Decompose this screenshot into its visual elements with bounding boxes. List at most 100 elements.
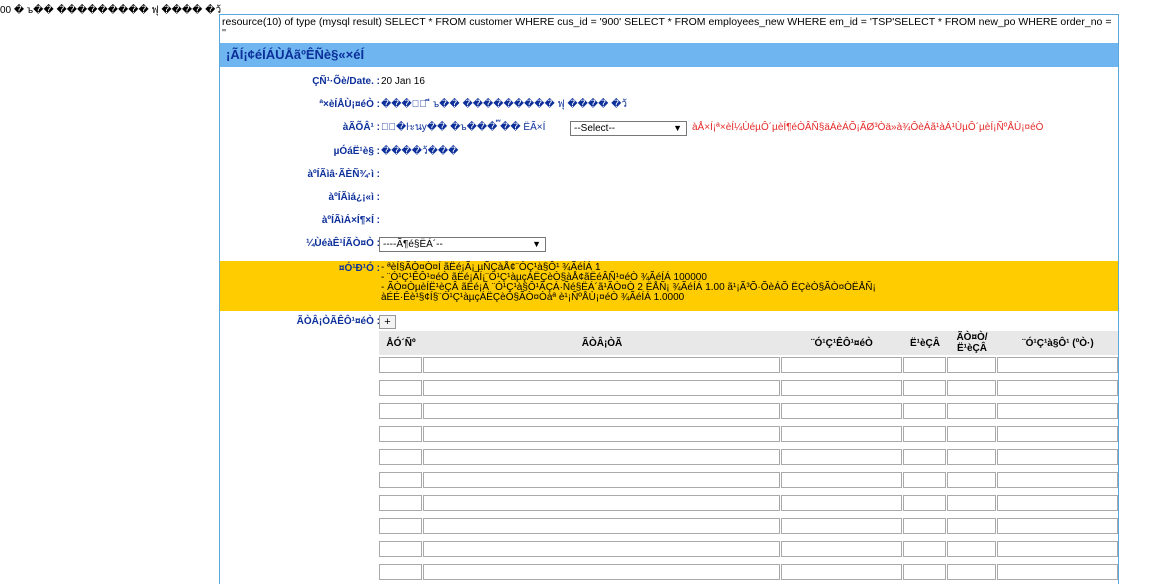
item-input[interactable] xyxy=(423,495,780,511)
amount-input[interactable] xyxy=(997,541,1118,557)
no-input[interactable] xyxy=(379,495,422,511)
unit-input[interactable] xyxy=(903,380,946,396)
contact-select-value: --Select-- xyxy=(574,123,616,134)
price-input[interactable] xyxy=(947,518,996,534)
no-input[interactable] xyxy=(379,380,422,396)
amount-input[interactable] xyxy=(997,403,1118,419)
amount-input[interactable] xyxy=(997,518,1118,534)
item-input[interactable] xyxy=(423,380,780,396)
add-row-button[interactable]: + xyxy=(379,315,396,329)
date-value: 20 Jan 16 xyxy=(381,76,425,87)
top-text: 00 � ъ�� ��������� ฟุ ���� �ว้ xyxy=(0,5,222,16)
items-label: ÃÒÂ¡ÒÃÊÔ¹¤éÒ : xyxy=(296,316,380,327)
mobile-label: àºÍÃìÁ×Í¶×Í : xyxy=(321,215,380,226)
price-input[interactable] xyxy=(947,426,996,442)
tel-label: àºÍÃìâ·ÃÈÑ¾·ì : xyxy=(307,169,380,180)
qty-input[interactable] xyxy=(781,426,902,442)
form-frame: resource(10) of type (mysql result) SELE… xyxy=(219,14,1119,584)
column-header-amount: ¨Ó¹Ç¹à§Ô¹ (ºÒ·) xyxy=(997,331,1118,355)
amount-input[interactable] xyxy=(997,380,1118,396)
sales-select[interactable]: ----Ã¶é§ËÁ´-- ▼ xyxy=(379,237,546,252)
date-label: ÇÑ¹·Õè/Date. : xyxy=(312,76,380,87)
contact-row: àÃÕÂ¹ : �ุ�ŀะนy�� �ъ��� ๊�� ËÃ×Í --Selec… xyxy=(220,121,1118,141)
no-input[interactable] xyxy=(379,472,422,488)
price-input[interactable] xyxy=(947,564,996,580)
amount-input[interactable] xyxy=(997,426,1118,442)
qty-input[interactable] xyxy=(781,495,902,511)
item-input[interactable] xyxy=(423,518,780,534)
customer-value: ����ั ี ъ�� ��������� ฟุ ���� �ว้ xyxy=(381,99,628,110)
item-input[interactable] xyxy=(423,449,780,465)
column-header-no: ÅÓ´Ñº xyxy=(379,331,423,355)
unit-input[interactable] xyxy=(903,495,946,511)
column-header-unit: Ë¹èÇÂ xyxy=(903,331,947,355)
contact-value: �ุ�ŀะนy�� �ъ��� ๊�� ËÃ×Í xyxy=(381,122,546,133)
item-input[interactable] xyxy=(423,472,780,488)
qty-input[interactable] xyxy=(781,357,902,373)
note-text: - ªèÍ§ÃÒ¤Ò¤Í ãËé¡Ã¡ µÑÇàÅ¢¨ÓÇ¹à§Ô¹ ¾ÃéÍÁ… xyxy=(381,263,876,303)
fax-label: àºÍÃìá¿¡«ì : xyxy=(328,192,380,203)
qty-input[interactable] xyxy=(781,541,902,557)
tel-row: àºÍÃìâ·ÃÈÑ¾·ì : xyxy=(220,168,1118,188)
position-row: µÓáË¹è§ : ����ว้��� xyxy=(220,145,1118,165)
no-input[interactable] xyxy=(379,357,422,373)
column-header-qty: ¨Ó¹Ç¹ÊÔ¹¤éÒ xyxy=(781,331,903,355)
qty-input[interactable] xyxy=(781,403,902,419)
customer-row: ª×èÍÅÙ¡¤éÒ : ����ั ี ъ�� ��������� ฟุ ��… xyxy=(220,98,1118,118)
contact-select[interactable]: --Select-- ▼ xyxy=(570,121,687,136)
note-label: ¤Ó¹Ð¹Ó : xyxy=(338,263,380,274)
no-input[interactable] xyxy=(379,541,422,557)
price-input[interactable] xyxy=(947,449,996,465)
item-input[interactable] xyxy=(423,541,780,557)
unit-input[interactable] xyxy=(903,518,946,534)
no-input[interactable] xyxy=(379,564,422,580)
qty-input[interactable] xyxy=(781,380,902,396)
qty-input[interactable] xyxy=(781,472,902,488)
page-title: ¡ÃÍ¡¢éÍÁÙÅãºÊÑè§«×éÍ xyxy=(220,43,1118,67)
no-input[interactable] xyxy=(379,518,422,534)
contact-label: àÃÕÂ¹ : xyxy=(342,122,380,133)
price-input[interactable] xyxy=(947,541,996,557)
fax-row: àºÍÃìá¿¡«ì : xyxy=(220,191,1118,211)
no-input[interactable] xyxy=(379,403,422,419)
chevron-down-icon: ▼ xyxy=(532,239,541,249)
no-input[interactable] xyxy=(379,449,422,465)
position-value: ����ว้��� xyxy=(381,146,459,157)
position-label: µÓáË¹è§ : xyxy=(333,146,380,157)
column-header-price: ÃÒ¤Ò/Ë¹èÇÂ xyxy=(947,331,997,355)
unit-input[interactable] xyxy=(903,403,946,419)
sales-row: ¼ÙéàÊ¹ÍÃÒ¤Ò : ----Ã¶é§ËÁ´-- ▼ xyxy=(220,237,1118,257)
sales-select-value: ----Ã¶é§ËÁ´-- xyxy=(383,239,443,250)
item-input[interactable] xyxy=(423,403,780,419)
item-input[interactable] xyxy=(423,564,780,580)
qty-input[interactable] xyxy=(781,449,902,465)
unit-input[interactable] xyxy=(903,472,946,488)
amount-input[interactable] xyxy=(997,357,1118,373)
unit-input[interactable] xyxy=(903,357,946,373)
note-box: ¤Ó¹Ð¹Ó : - ªèÍ§ÃÒ¤Ò¤Í ãËé¡Ã¡ µÑÇàÅ¢¨ÓÇ¹à… xyxy=(220,261,1118,311)
contact-warning: àÅ×Í¡ª×èÍ¼ÙéµÔ´µèÍ¶éÒÂÑ§äÁèÁÕ¡ÃØ³Òä»à¾Ôè… xyxy=(692,122,1044,133)
price-input[interactable] xyxy=(947,472,996,488)
price-input[interactable] xyxy=(947,380,996,396)
chevron-down-icon: ▼ xyxy=(673,123,682,133)
price-input[interactable] xyxy=(947,403,996,419)
note-line: àÉÉ·Êè¹§¢Í§¨Ó¹Ç¹àµçÁËÇèÒ§ÃÒ¤Òàª è¹¡ÑºÅÙ¡… xyxy=(381,292,685,303)
qty-input[interactable] xyxy=(781,564,902,580)
amount-input[interactable] xyxy=(997,495,1118,511)
no-input[interactable] xyxy=(379,426,422,442)
unit-input[interactable] xyxy=(903,449,946,465)
unit-input[interactable] xyxy=(903,426,946,442)
unit-input[interactable] xyxy=(903,564,946,580)
sales-label: ¼ÙéàÊ¹ÍÃÒ¤Ò : xyxy=(306,238,380,249)
amount-input[interactable] xyxy=(997,564,1118,580)
debug-output: resource(10) of type (mysql result) SELE… xyxy=(222,16,1112,39)
column-header-item: ÃÒÂ¡ÒÃ xyxy=(423,331,781,355)
price-input[interactable] xyxy=(947,495,996,511)
price-input[interactable] xyxy=(947,357,996,373)
amount-input[interactable] xyxy=(997,449,1118,465)
unit-input[interactable] xyxy=(903,541,946,557)
amount-input[interactable] xyxy=(997,472,1118,488)
item-input[interactable] xyxy=(423,426,780,442)
qty-input[interactable] xyxy=(781,518,902,534)
item-input[interactable] xyxy=(423,357,780,373)
